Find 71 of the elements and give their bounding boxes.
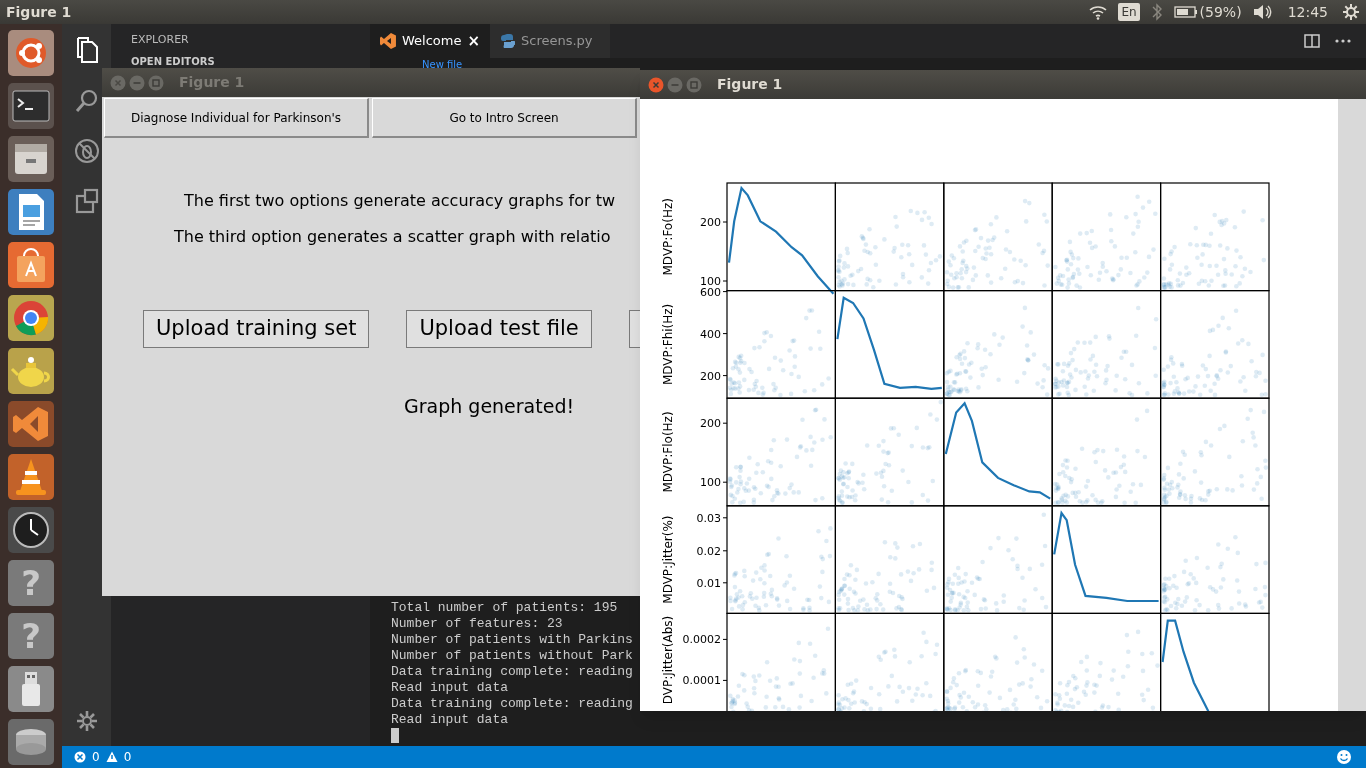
axis-label: MDVP:Fo(Hz) [661, 198, 675, 276]
nav-button[interactable]: Diagnose Individual for Parkinson's [104, 98, 369, 138]
terminal-line: Number of patients without Park [391, 648, 633, 664]
editor-tab[interactable]: Welcome × [370, 24, 490, 58]
close-button[interactable] [648, 76, 664, 93]
split-editor-icon[interactable] [1304, 34, 1320, 48]
drive-icon[interactable] [8, 719, 54, 765]
terminal-line: Read input data [391, 712, 509, 728]
tick-label: 200 [700, 216, 728, 229]
terminal-cursor [391, 728, 399, 743]
upload-button[interactable]: Upload test file [406, 310, 592, 348]
tick-label: 600 [700, 285, 728, 299]
warning-count[interactable]: 0 [123, 748, 132, 766]
nav-button[interactable]: Go to Intro Screen [372, 98, 637, 138]
battery-percentage: (59%) [1199, 2, 1242, 22]
battery-icon[interactable] [1173, 4, 1198, 20]
tick-label: 400 [700, 327, 728, 341]
document-icon[interactable] [8, 189, 54, 235]
circle-logo-icon[interactable] [8, 30, 54, 76]
shopping-bag-icon[interactable] [8, 242, 54, 288]
sidebar-title: EXPLORER [130, 32, 190, 49]
tick-label: 0.01 [696, 576, 728, 590]
drawer-icon[interactable] [8, 136, 54, 182]
code-editor-icon [380, 32, 396, 50]
tick-label: 100 [700, 476, 728, 490]
usb-icon[interactable] [8, 666, 54, 712]
terminal-line: Data training complete: reading [391, 664, 633, 680]
section-header[interactable]: OPEN EDITORS [131, 57, 215, 67]
debug-icon[interactable] [73, 138, 100, 164]
info-text: The third option generates a scatter graph with relatio [174, 226, 611, 248]
search-icon[interactable] [73, 88, 100, 114]
tick-label: 0.02 [696, 544, 728, 558]
round-logo-icon[interactable] [8, 295, 54, 341]
cone-icon[interactable] [8, 454, 54, 500]
axis-label: MDVP:Fhi(Hz) [661, 303, 675, 386]
error-icon[interactable] [74, 751, 86, 763]
clock-time[interactable]: 12:45 [1287, 1, 1328, 23]
status-message: Graph generated! [404, 394, 575, 419]
error-count[interactable]: 0 [92, 748, 100, 766]
editor-tab[interactable]: Screens.py [490, 24, 610, 58]
info-text: The first two options generate accuracy graphs for tw [184, 190, 615, 212]
terminal-icon[interactable] [8, 83, 54, 129]
window-title: Figure 1 [179, 73, 245, 92]
tick-label: 200 [700, 417, 728, 431]
clock-icon[interactable] [8, 507, 54, 553]
settings-icon[interactable] [75, 710, 98, 732]
terminal-line: Data training complete: reading [391, 696, 633, 712]
terminal-line: Number of patients with Parkins [391, 632, 633, 648]
new-file-link[interactable]: New file [422, 59, 463, 70]
smiley-icon[interactable] [1336, 749, 1352, 765]
warning-icon[interactable] [105, 751, 118, 763]
axis-label: DVP:Jitter(Abs) [661, 615, 675, 705]
close-tab-button[interactable]: × [467, 29, 480, 53]
tick-label: 0.03 [696, 511, 728, 525]
window-title: Figure 1 [717, 75, 783, 94]
code-editor-icon[interactable] [8, 401, 54, 447]
wifi-icon[interactable] [1088, 3, 1109, 21]
extensions-icon[interactable] [74, 188, 99, 214]
keyboard-indicator[interactable]: En [1118, 3, 1140, 21]
terminal-line: Total number of patients: 195 [391, 600, 618, 616]
tick-label: 0.0002 [682, 633, 728, 647]
terminal-line: Read input data [391, 680, 509, 696]
terminal-line: Number of features: 23 [391, 616, 563, 632]
tick-label: 200 [700, 369, 728, 383]
upload-button[interactable]: Upload training set [143, 310, 370, 348]
axis-label: MDVP:Flo(Hz) [661, 411, 675, 493]
volume-icon[interactable] [1251, 2, 1272, 22]
axis-label: MDVP:Jitter(%) [661, 515, 675, 604]
window-title: Figure 1 [6, 2, 72, 22]
tick-label: 0.0001 [682, 674, 728, 688]
tick-label: 100 [700, 275, 728, 288]
